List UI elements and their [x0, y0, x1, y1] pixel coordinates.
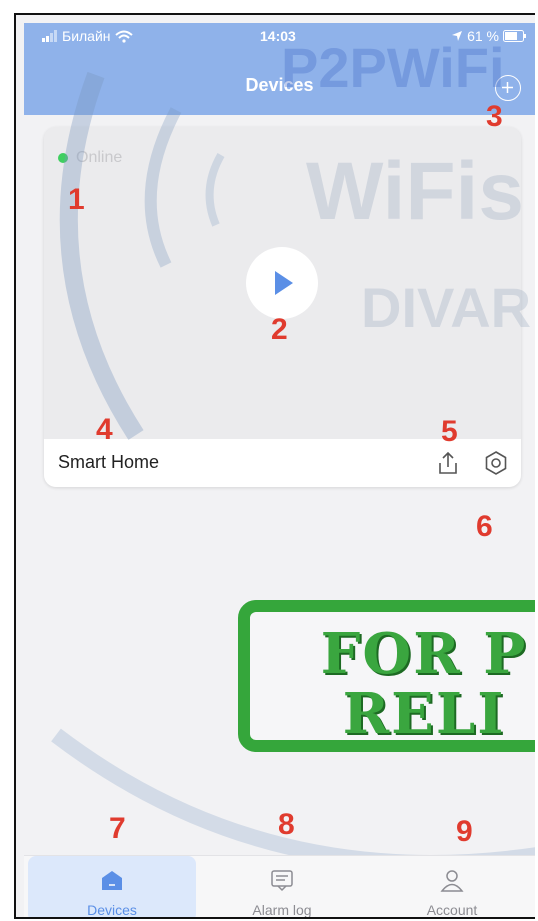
- annotation-8: 8: [278, 808, 295, 841]
- wifi-icon: [114, 30, 133, 43]
- tab-alarm-log[interactable]: Alarm log: [198, 856, 366, 918]
- battery-group: 61 %: [451, 28, 527, 44]
- plus-icon: [502, 82, 513, 93]
- annotation-6: 6: [476, 510, 493, 543]
- settings-icon[interactable]: [482, 449, 510, 477]
- annotation-2: 2: [271, 313, 288, 346]
- stamp-line-1: FOR P: [320, 621, 528, 687]
- carrier-group: Билайн: [42, 28, 133, 44]
- message-icon: [271, 870, 293, 892]
- online-label: Online: [76, 149, 123, 166]
- page-title: Devices: [245, 75, 314, 95]
- tab-devices[interactable]: Devices: [28, 856, 196, 918]
- annotation-7: 7: [109, 812, 126, 845]
- play-button[interactable]: [246, 247, 318, 319]
- signal-icon: [42, 30, 57, 42]
- status-bar: Билайн 14:03 61 %: [24, 23, 535, 49]
- carrier-name: Билайн: [62, 28, 111, 44]
- top-bar: Билайн 14:03 61 % Devices: [24, 23, 535, 115]
- camera-preview[interactable]: Online: [44, 127, 521, 439]
- tab-devices-label: Devices: [87, 902, 137, 918]
- battery-percent: 61 %: [467, 28, 499, 44]
- tab-alarm-log-label: Alarm log: [252, 902, 312, 918]
- clock: 14:03: [260, 28, 296, 44]
- annotation-5: 5: [441, 415, 458, 448]
- device-name: Smart Home: [58, 452, 160, 472]
- online-dot-icon: [58, 153, 68, 163]
- stamp-line-2: RELI: [342, 681, 506, 747]
- location-arrow-icon: [452, 31, 463, 41]
- annotation-4: 4: [96, 413, 113, 446]
- battery-icon: [503, 30, 526, 42]
- user-icon: [440, 870, 464, 892]
- annotation-1: 1: [68, 183, 85, 216]
- add-device-button[interactable]: [495, 75, 521, 101]
- home-icon: [102, 871, 122, 890]
- online-status: Online: [58, 149, 122, 167]
- share-icon[interactable]: [434, 449, 462, 477]
- annotation-3: 3: [486, 100, 503, 133]
- tab-account[interactable]: Account: [368, 856, 535, 918]
- bottom-tab-bar: Devices Alarm log Account: [24, 855, 535, 918]
- annotation-9: 9: [456, 815, 473, 848]
- phone-screen: Билайн 14:03 61 % Devices Online Smart H…: [14, 13, 535, 919]
- tab-account-label: Account: [426, 902, 478, 918]
- release-stamp: FOR P RELI: [238, 600, 535, 752]
